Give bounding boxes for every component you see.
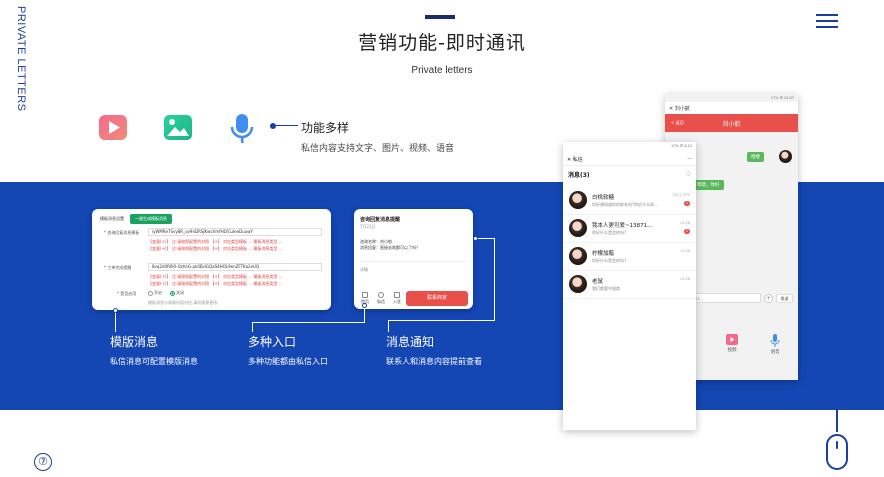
label-entry-desc: 多种功能都由私信入口 [248,357,328,366]
connector-line [388,320,494,321]
list-item[interactable]: 白桃软糖 你好想知道你的联系吗?你好什么样... 7月12 中午 1 [563,187,696,215]
plus-icon[interactable]: + [764,294,773,303]
video-icon [99,115,127,140]
message-icon [378,292,384,298]
avatar [569,191,587,209]
radio-off[interactable]: 关闭 [170,290,184,296]
connector-line [388,320,389,332]
row1-input[interactable]: iyWMRe7Svy8R_ov9nDRSJKwcVmfHLYCuIeeDuuwY [148,228,322,236]
chat-bubble-outgoing: 哈喽 [747,152,764,162]
microphone-icon [770,334,780,347]
connector-line [494,238,495,321]
connector-dot [113,308,118,313]
feature-title: 功能多样 [301,121,350,135]
template-note: 模板消息与表格内容对应,请勿随意更改 [148,300,218,305]
scroll-indicator-line [836,408,838,432]
connector-dot [362,303,367,308]
side-title: PRIVATE LETTERS [15,6,27,112]
close-icon[interactable]: ✕ [567,157,571,163]
message-count: 消息(3) ◌ [568,170,691,179]
list-item[interactable]: 我本人更可爱~13871... 你好什么是会的吗? 14:38 1 [563,215,696,243]
chat-input[interactable]: 输入... [689,293,761,303]
page-number: ⑦ [34,453,52,471]
tab-join[interactable]: 入驻 [388,292,406,305]
page-subtitle: Private letters [411,65,473,76]
avatar [569,247,587,265]
avatar [569,275,587,293]
entry-tab-bar: 首页 私信 入驻 联系商家 [354,290,473,308]
chat-bubble-incoming: 嗯嗯，你好 [693,180,724,190]
avatar [569,219,587,237]
chat-title-bar: < 返回 刘小航 [665,114,798,132]
send-button[interactable]: 发送 [776,294,793,303]
row1-hint: 【变量(+)】 注:请按照配置的对照 【+】 对应类型模板 ... 模板消息类型… [148,239,283,244]
switch-label: * 是否启用 [117,291,137,296]
connector-line [252,322,364,323]
notice-body: 咨询名称：刘小航 消息回复：直接去啥都可以了吗？ [360,239,420,250]
template-settings-card: 模板消息设置 一键生成模板消息 * 咨询回复消息模板 iyWMRe7Svy8R_… [92,209,331,310]
microphone-icon [230,114,254,143]
title-accent-bar [425,15,455,19]
video-icon [726,334,738,345]
notice-title: 咨询回复消息提醒 [360,217,401,223]
label-entry-title: 多种入口 [248,335,297,349]
connector-line [475,238,495,239]
voice-tool[interactable]: 语音 [765,334,785,355]
home-icon [362,292,368,298]
list-item[interactable]: 柠檬加醋 你好什么是会的吗? 14:38 [563,243,696,271]
feature-connector [276,125,298,126]
unread-badge: 1 [684,229,690,234]
check-icon[interactable]: ◌ [686,170,691,177]
row2-input[interactable]: 8vq2d4R0l0-OzhhG-pk0EkIGQaS4HOL9enZFTKa2… [148,263,322,271]
connector-line [115,310,116,332]
page-title: 营销功能-即时通讯 [358,32,526,54]
row2-hint-2: 【变量(+)】 注:请按照配置的对照 【+】 对应类型模板 ... 模板消息类型… [148,281,283,286]
connector-dot [473,236,478,241]
chat-title: 刘小航 [722,121,741,128]
unread-badge: 1 [684,201,690,206]
generate-template-button[interactable]: 一键生成模板消息 [130,214,172,224]
row2-label: * 工单完成提醒 [104,265,132,270]
radio-on[interactable]: 开启 [148,290,162,296]
label-notify-title: 消息通知 [386,335,435,349]
chat-header: ✕ 刘小航 [665,102,798,114]
store-icon [394,292,400,298]
list-header: ✕ 私信 ··· [563,154,696,166]
scroll-mouse-icon[interactable] [826,434,848,470]
video-tool[interactable]: 视频 [722,334,742,353]
row1-label: * 咨询回复消息模板 [104,230,140,235]
notice-detail-link[interactable]: 详情 [360,267,368,273]
more-icon[interactable]: ··· [687,156,692,162]
row2-hint: 【变量(+)】 注:请按照配置的对照 【+】 对应类型模板 ... 模板消息类型… [148,274,283,279]
label-template-desc: 私信消息可配置模版消息 [110,357,198,366]
connector-line [252,322,253,332]
feature-description: 私信内容支持文字、图片、视频、语音 [301,144,455,154]
status-bar: 17% ☰ 12:07 [770,96,794,100]
label-template-title: 模版消息 [110,335,159,349]
message-list-phone: 17% ☰ 4:12 ✕ 私信 ··· 消息(3) ◌ 白桃软糖 你好想知道你的… [563,142,696,430]
close-icon[interactable]: ✕ [669,106,673,112]
notice-time: 7月21日 [360,224,376,229]
row1-hint-2: 【变量(+)】 注:请按照配置的对照 【+】 对应类型模板 ... 模板消息类型… [148,246,283,251]
list-item[interactable]: 老鼠 我们都要中国商 14:38 [563,271,696,299]
status-bar: 17% ☰ 4:12 [670,144,692,148]
image-icon [164,115,192,140]
contact-merchant-button[interactable]: 联系商家 [406,291,468,306]
feature-bullet [270,123,276,129]
tab-template-settings[interactable]: 模板消息设置 [100,216,124,222]
avatar [779,150,792,163]
label-notify-desc: 联系人和消息内容提前查看 [386,357,482,366]
